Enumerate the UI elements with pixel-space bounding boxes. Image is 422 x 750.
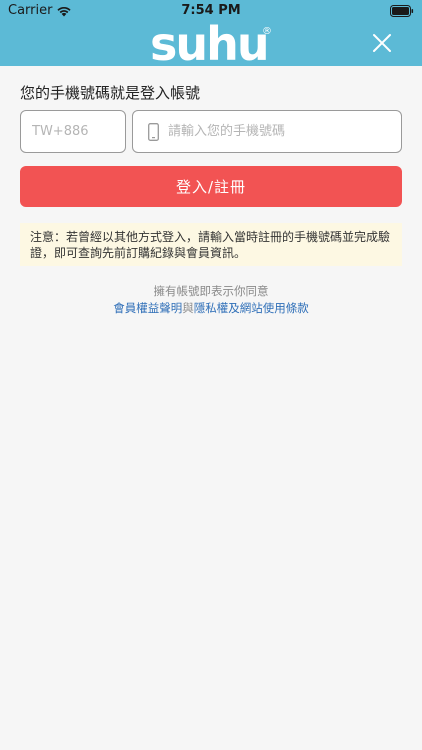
svg-text:®: ®: [262, 26, 272, 37]
member-rights-link[interactable]: 會員權益聲明: [113, 301, 182, 315]
login-title: 您的手機號碼就是登入帳號: [20, 84, 201, 102]
agreement-prefix: 擁有帳號即表示你同意: [153, 284, 269, 298]
phone-number-field[interactable]: [132, 110, 402, 153]
suhu-logo: suhu ®: [150, 18, 272, 64]
svg-text:suhu: suhu: [150, 18, 268, 64]
header: Carrier 7:54 PM suhu ®: [0, 0, 422, 66]
agreement-links: 會員權益聲明與隱私權及網站使用條款: [0, 300, 422, 317]
privacy-terms-link[interactable]: 隱私權及網站使用條款: [194, 301, 309, 315]
close-button[interactable]: [372, 33, 392, 53]
battery-icon: [390, 5, 414, 21]
mobile-phone-icon: [148, 122, 159, 141]
notice-text: 注意：若曾經以其他方式登入，請輸入當時註冊的手機號碼並完成驗證，即可查詢先前訂購…: [30, 230, 391, 260]
phone-number-input[interactable]: [168, 111, 401, 152]
agreement-text: 擁有帳號即表示你同意 會員權益聲明與隱私權及網站使用條款: [0, 283, 422, 317]
agreement-connector: 與: [182, 301, 194, 315]
status-time: 7:54 PM: [181, 3, 241, 18]
country-code-field[interactable]: [20, 110, 126, 153]
close-icon: [373, 34, 391, 52]
notice-box: 注意：若曾經以其他方式登入，請輸入當時註冊的手機號碼並完成驗證，即可查詢先前訂購…: [20, 223, 402, 266]
country-code-input[interactable]: [21, 111, 125, 152]
login-register-button[interactable]: 登入/註冊: [20, 166, 402, 207]
